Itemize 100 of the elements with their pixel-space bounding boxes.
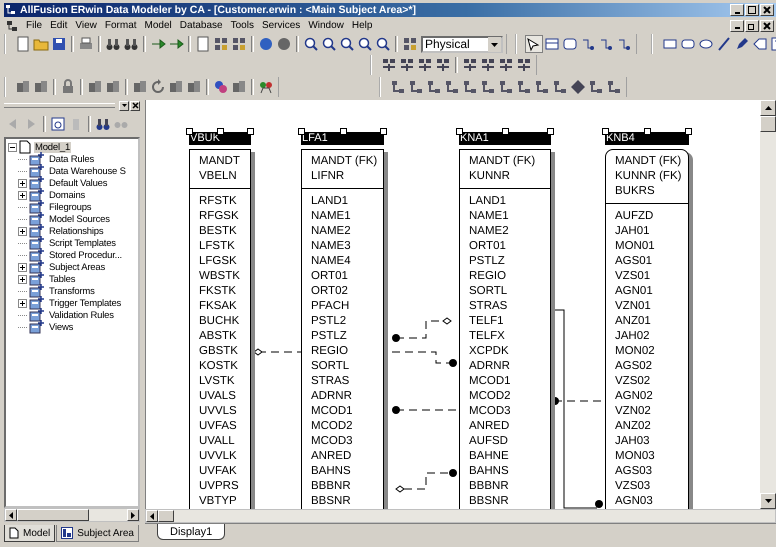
binoculars-icon[interactable]: [95, 116, 111, 132]
tree-item[interactable]: Validation Rules: [48, 310, 115, 320]
tree-item[interactable]: Stored Procedur...: [48, 250, 123, 260]
layout-icon[interactable]: [534, 79, 550, 95]
layout-icon[interactable]: [390, 79, 406, 95]
tree-item[interactable]: Model_1: [34, 142, 72, 152]
close-button[interactable]: [130, 100, 140, 110]
menu-item[interactable]: Tools: [226, 20, 258, 31]
minimize-button[interactable]: [730, 20, 744, 32]
magnifier-icon[interactable]: [339, 36, 355, 52]
tree-item[interactable]: Domains: [48, 190, 86, 200]
diamond-icon[interactable]: [570, 79, 586, 95]
layout-icon[interactable]: [480, 79, 496, 95]
layout-icon[interactable]: [498, 79, 514, 95]
notation-dropdown[interactable]: Physical: [421, 36, 503, 52]
selection-handle[interactable]: [340, 128, 346, 135]
menu-item[interactable]: View: [71, 20, 101, 31]
document-icon[interactable]: [195, 36, 211, 52]
entity-name[interactable]: KNB4: [605, 132, 689, 145]
layout-icon[interactable]: [231, 36, 247, 52]
menu-item[interactable]: File: [22, 20, 46, 31]
minimize-button[interactable]: [730, 4, 744, 16]
scroll-thumb[interactable]: [760, 116, 776, 132]
expand-toggle[interactable]: [18, 190, 27, 200]
panel-tab[interactable]: Model: [4, 525, 56, 542]
properties-icon[interactable]: [50, 116, 66, 132]
tree-item[interactable]: Data Rules: [48, 154, 95, 164]
selection-handle[interactable]: [217, 128, 224, 135]
tree-item[interactable]: Subject Areas: [48, 262, 106, 272]
tree-item[interactable]: Views: [48, 322, 74, 332]
menu-item[interactable]: Edit: [46, 20, 72, 31]
align-icon[interactable]: [381, 57, 397, 73]
layout-icon[interactable]: [552, 79, 568, 95]
menu-item[interactable]: Model: [140, 20, 176, 31]
align-icon[interactable]: [480, 57, 496, 73]
lock-icon[interactable]: [60, 79, 76, 95]
maximize-button[interactable]: [745, 4, 759, 16]
selection-handle[interactable]: [685, 128, 692, 135]
horizontal-scrollbar[interactable]: [145, 509, 776, 523]
layout-icon[interactable]: [444, 79, 460, 95]
collapse-toggle[interactable]: [8, 142, 17, 152]
diagram-tab[interactable]: Display1: [157, 524, 226, 540]
selection-handle[interactable]: [547, 128, 554, 135]
tree-item[interactable]: Relationships: [48, 226, 104, 236]
magnifier-icon[interactable]: [357, 36, 373, 52]
tree-item[interactable]: Tables: [48, 274, 76, 284]
menu-item[interactable]: Format: [100, 20, 141, 31]
expand-toggle[interactable]: [18, 226, 27, 236]
layout-icon[interactable]: [213, 36, 229, 52]
selection-handle[interactable]: [644, 128, 651, 135]
horizontal-scrollbar[interactable]: [4, 508, 140, 522]
tree-item[interactable]: Filegroups: [48, 202, 92, 212]
arrow-icon[interactable]: [526, 36, 542, 52]
align-icon[interactable]: [498, 57, 514, 73]
expand-toggle[interactable]: [18, 298, 27, 308]
restore-button[interactable]: [745, 20, 759, 32]
selection-handle[interactable]: [456, 128, 463, 135]
layout-icon[interactable]: [606, 79, 622, 95]
menu-item[interactable]: Services: [258, 20, 304, 31]
layout-icon[interactable]: [408, 79, 424, 95]
menu-item[interactable]: Window: [304, 20, 348, 31]
entity-name[interactable]: KNA1: [459, 132, 551, 145]
scroll-thumb[interactable]: [158, 510, 174, 522]
tree-item[interactable]: Data Warehouse S: [48, 166, 127, 176]
align-icon[interactable]: [462, 57, 478, 73]
line-icon[interactable]: [716, 36, 732, 52]
dropdown-button[interactable]: [119, 100, 129, 110]
layout-icon[interactable]: [426, 79, 442, 95]
document-icon[interactable]: [15, 36, 31, 52]
tag-icon[interactable]: [752, 36, 768, 52]
dot-icon[interactable]: [276, 36, 292, 52]
align-icon[interactable]: [516, 57, 532, 73]
tree-item[interactable]: Transforms: [48, 286, 96, 296]
magnifier-icon[interactable]: [303, 36, 319, 52]
scroll-thumb[interactable]: [17, 509, 89, 521]
tree-item[interactable]: Default Values: [48, 178, 108, 188]
rounded-rectangle-icon[interactable]: [562, 36, 578, 52]
layout-icon[interactable]: [462, 79, 478, 95]
tree-item[interactable]: Model Sources: [48, 214, 111, 224]
tree-item[interactable]: Script Templates: [48, 238, 117, 248]
circle-icon[interactable]: [213, 79, 229, 95]
rectangle-icon[interactable]: [544, 36, 560, 52]
entity-name[interactable]: VBUK: [189, 132, 251, 145]
expand-toggle[interactable]: [18, 178, 27, 188]
expand-toggle[interactable]: [18, 274, 27, 284]
panel-tab[interactable]: Subject Area: [56, 525, 139, 542]
circle-icon[interactable]: [258, 36, 274, 52]
binoculars-icon[interactable]: [123, 36, 139, 52]
tree-item[interactable]: Trigger Templates: [48, 298, 122, 308]
selection-handle[interactable]: [502, 128, 509, 135]
expand-toggle[interactable]: [18, 262, 27, 272]
entity-name[interactable]: LFA1: [301, 132, 384, 145]
align-icon[interactable]: [399, 57, 415, 73]
menu-item[interactable]: Database: [176, 20, 227, 31]
align-icon[interactable]: [435, 57, 451, 73]
layout-icon[interactable]: [402, 36, 418, 52]
vertical-scrollbar[interactable]: [760, 100, 776, 509]
magnifier-icon[interactable]: [321, 36, 337, 52]
selection-handle[interactable]: [602, 128, 609, 135]
selection-handle[interactable]: [380, 128, 387, 135]
